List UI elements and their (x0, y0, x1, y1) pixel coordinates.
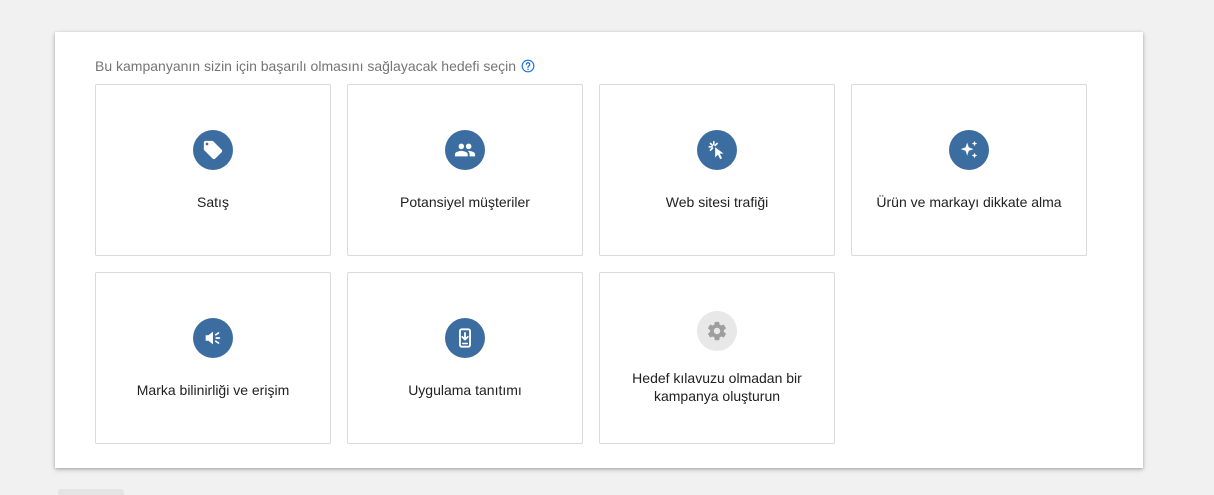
goal-card-label: Marka bilinirliği ve erişim (136, 381, 290, 398)
goal-card-label: Ürün ve markayı dikkate alma (876, 193, 1062, 210)
goal-card-label: Potansiyel müşteriler (400, 193, 530, 210)
goal-card-consideration[interactable]: Ürün ve markayı dikkate alma (851, 84, 1087, 256)
goal-card-no-guidance[interactable]: Hedef kılavuzu olmadan bir kampanya oluş… (599, 272, 835, 444)
help-circle-icon[interactable] (521, 59, 535, 73)
goal-prompt: Bu kampanyanın sizin için başarılı olmas… (95, 58, 535, 74)
goal-card-grid: Satış Potansiyel müşteriler Web sitesi t… (95, 84, 1087, 444)
goal-card-leads[interactable]: Potansiyel müşteriler (347, 84, 583, 256)
goal-card-label: Hedef kılavuzu olmadan bir kampanya oluş… (632, 370, 802, 404)
goal-card-app-promotion[interactable]: Uygulama tanıtımı (347, 272, 583, 444)
gear-icon (697, 311, 737, 351)
goal-card-sales[interactable]: Satış (95, 84, 331, 256)
goal-card-label: Web sitesi trafiği (665, 193, 769, 210)
phone-download-icon (445, 317, 485, 358)
cursor-click-icon (697, 129, 737, 170)
goal-card-website-traffic[interactable]: Web sitesi trafiği (599, 84, 835, 256)
people-icon (445, 129, 485, 170)
goal-prompt-text: Bu kampanyanın sizin için başarılı olmas… (95, 58, 516, 74)
megaphone-icon (193, 317, 233, 358)
sparkle-icon (949, 129, 989, 170)
tag-icon (193, 129, 233, 170)
goal-card-brand-awareness[interactable]: Marka bilinirliği ve erişim (95, 272, 331, 444)
goal-card-label: Uygulama tanıtımı (408, 381, 522, 398)
bottom-tab-edge (58, 489, 124, 495)
goal-card-label: Satış (197, 193, 229, 210)
goal-selection-panel: Bu kampanyanın sizin için başarılı olmas… (55, 32, 1143, 468)
